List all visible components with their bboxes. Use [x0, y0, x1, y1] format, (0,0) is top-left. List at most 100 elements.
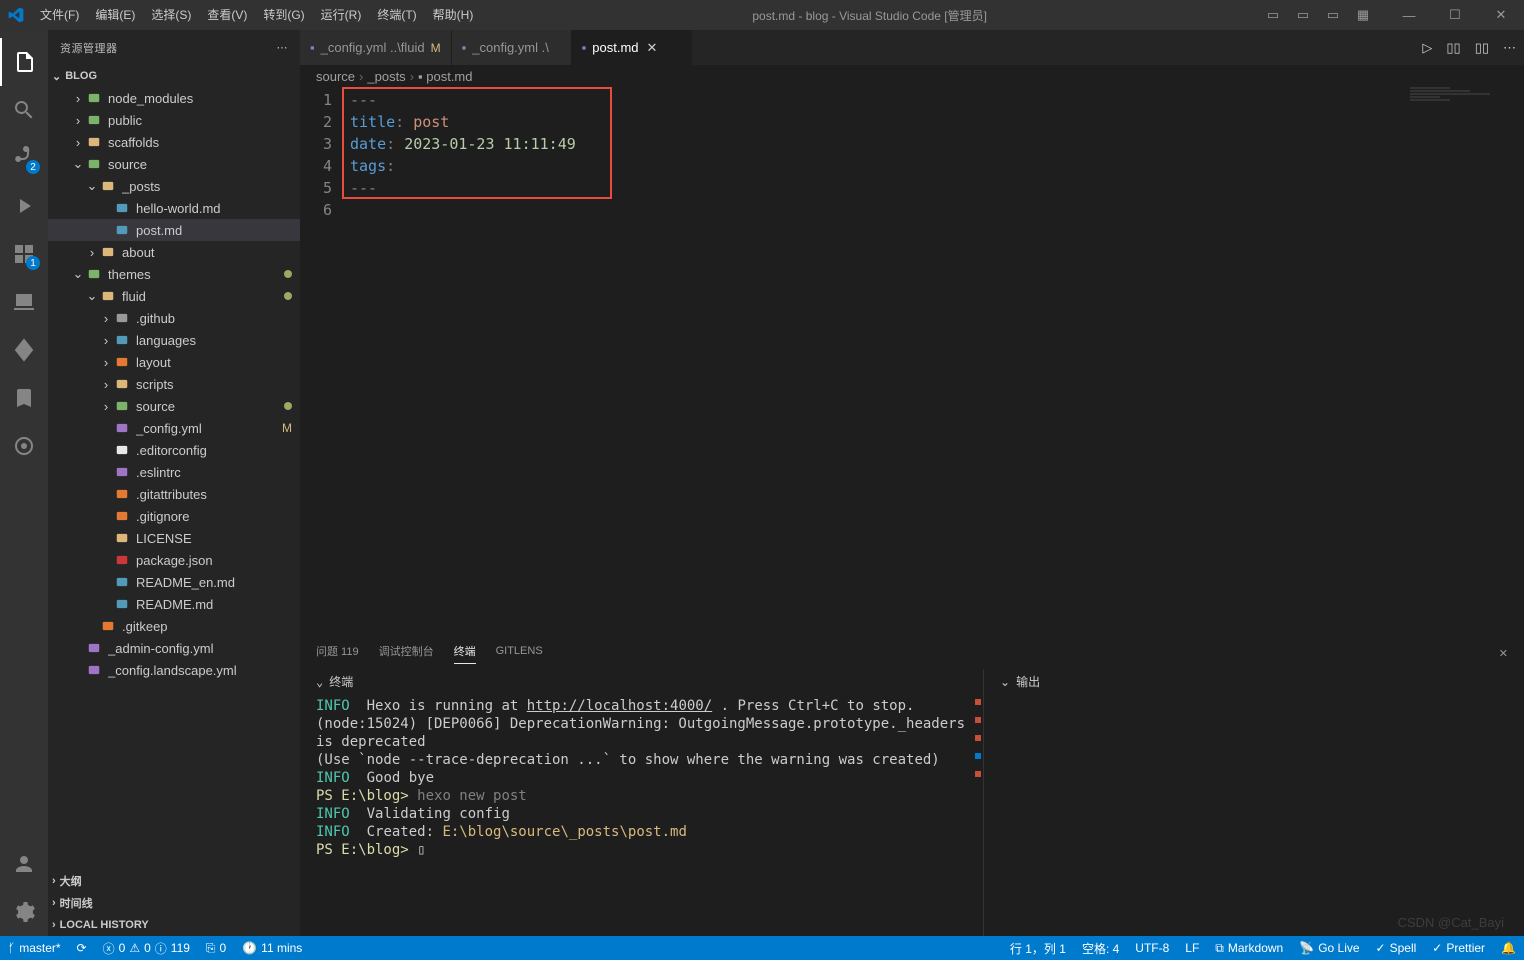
close-icon[interactable]: ✕ — [1478, 0, 1524, 30]
eol-status[interactable]: LF — [1177, 936, 1207, 960]
minimize-icon[interactable]: — — [1386, 0, 1432, 30]
run-debug-icon[interactable] — [0, 182, 48, 230]
time-status[interactable]: 🕐 11 mins — [234, 936, 310, 960]
tree-row[interactable]: ›languages — [48, 329, 300, 351]
settings-icon[interactable] — [0, 888, 48, 936]
menu-item[interactable]: 编辑(E) — [87, 0, 143, 30]
menu-item[interactable]: 帮助(H) — [425, 0, 482, 30]
breadcrumb-item[interactable]: _posts — [367, 69, 405, 84]
output-header[interactable]: ⌄输出 — [1000, 673, 1508, 690]
tree-row[interactable]: ›scaffolds — [48, 131, 300, 153]
panel-tab[interactable]: 终端 — [454, 643, 476, 664]
problems-status[interactable]: ⓧ 0 ⚠ 0 ⓘ 119 — [95, 936, 198, 960]
run-icon[interactable]: ▷ — [1422, 40, 1432, 56]
menu-item[interactable]: 选择(S) — [143, 0, 199, 30]
layout-right-icon[interactable]: ▭ — [1318, 0, 1348, 30]
panel-tab[interactable]: 调试控制台 — [379, 643, 434, 663]
tree-row[interactable]: _config.ymlM — [48, 417, 300, 439]
section-blog[interactable]: ⌄ BLOG — [48, 65, 300, 87]
tree-row[interactable]: ›layout — [48, 351, 300, 373]
tree-label: languages — [136, 333, 300, 348]
tree-row[interactable]: ›source — [48, 395, 300, 417]
breadcrumb-item[interactable]: source — [316, 69, 355, 84]
spell-status[interactable]: ✓ Spell — [1368, 936, 1425, 960]
tree-row[interactable]: ›.github — [48, 307, 300, 329]
language-status[interactable]: ⧉ Markdown — [1207, 936, 1291, 960]
tree-row[interactable]: ⌄source — [48, 153, 300, 175]
breadcrumb[interactable]: source›_posts›▪ post.md — [300, 65, 1524, 87]
notifications-icon[interactable]: 🔔 — [1493, 936, 1524, 960]
minimap[interactable] — [1410, 87, 1510, 107]
close-tab-icon[interactable]: ✕ — [647, 40, 658, 56]
tree-row[interactable]: ⌄_posts — [48, 175, 300, 197]
tree-row[interactable]: hello-world.md — [48, 197, 300, 219]
tree-row[interactable]: ⌄themes — [48, 263, 300, 285]
editor[interactable]: 123456 ---title: postdate: 2023-01-23 11… — [300, 87, 1524, 636]
spaces-status[interactable]: 空格: 4 — [1074, 936, 1127, 960]
encoding-status[interactable]: UTF-8 — [1127, 936, 1177, 960]
layout-primary-icon[interactable]: ▭ — [1258, 0, 1288, 30]
more-actions-icon[interactable]: ⋯ — [277, 41, 289, 54]
menu-item[interactable]: 文件(F) — [32, 0, 87, 30]
section-时间线[interactable]: ›时间线 — [48, 892, 300, 914]
panel-tab[interactable]: 问题 119 — [316, 643, 359, 663]
output-pane[interactable]: ⌄输出 — [984, 669, 1524, 936]
tab-status: M — [431, 41, 441, 55]
tree-row[interactable]: .eslintrc — [48, 461, 300, 483]
tree-row[interactable]: _config.landscape.yml — [48, 659, 300, 681]
terminal-header[interactable]: ⌄终端 — [316, 673, 967, 691]
tree-row[interactable]: README_en.md — [48, 571, 300, 593]
terminal-pane[interactable]: ⌄终端 INFO Hexo is running at http://local… — [300, 669, 984, 936]
tree-row[interactable]: .gitignore — [48, 505, 300, 527]
prettier-status[interactable]: ✓ Prettier — [1424, 936, 1493, 960]
section-LOCAL HISTORY[interactable]: ›LOCAL HISTORY — [48, 914, 300, 936]
tree-row[interactable]: LICENSE — [48, 527, 300, 549]
tree-row[interactable]: package.json — [48, 549, 300, 571]
tab[interactable]: ▪_config.yml ..\fluidM — [300, 30, 452, 65]
golive-status[interactable]: 📡 Go Live — [1291, 936, 1367, 960]
line-col-status[interactable]: 行 1，列 1 — [1002, 936, 1074, 960]
menu-item[interactable]: 转到(G) — [255, 0, 312, 30]
port-status[interactable]: ⎘ 0 — [198, 936, 234, 960]
tab[interactable]: ▪post.md✕ — [572, 30, 692, 65]
panel-tab[interactable]: GITLENS — [496, 645, 543, 661]
more-icon[interactable]: ⋯ — [1503, 40, 1516, 56]
menu-item[interactable]: 查看(V) — [199, 0, 255, 30]
open-side-icon[interactable]: ▯▯ — [1475, 40, 1489, 56]
search-icon[interactable] — [0, 86, 48, 134]
split-editor-icon[interactable]: ▯▯ — [1446, 40, 1460, 56]
tree-row[interactable]: post.md — [48, 219, 300, 241]
tree-row[interactable]: ›scripts — [48, 373, 300, 395]
menu-item[interactable]: 运行(R) — [313, 0, 370, 30]
section-大纲[interactable]: ›大纲 — [48, 870, 300, 892]
gitlens-icon[interactable] — [0, 422, 48, 470]
extensions-icon[interactable]: 1 — [0, 230, 48, 278]
code-content[interactable]: ---title: postdate: 2023-01-23 11:11:49t… — [350, 87, 1524, 636]
explorer-icon[interactable] — [0, 38, 48, 86]
breadcrumb-item[interactable]: ▪ post.md — [418, 69, 472, 84]
tree-row[interactable]: .editorconfig — [48, 439, 300, 461]
modified-indicator — [284, 270, 292, 278]
bookmarks-icon[interactable] — [0, 374, 48, 422]
tree-row[interactable]: ⌄fluid — [48, 285, 300, 307]
maximize-icon[interactable]: ☐ — [1432, 0, 1478, 30]
git-branch[interactable]: ᚶ master* — [0, 936, 69, 960]
tree-row[interactable]: ›public — [48, 109, 300, 131]
layout-customize-icon[interactable]: ▦ — [1348, 0, 1378, 30]
testing-icon[interactable] — [0, 326, 48, 374]
remote-explorer-icon[interactable] — [0, 278, 48, 326]
account-icon[interactable] — [0, 840, 48, 888]
tree-row[interactable]: README.md — [48, 593, 300, 615]
menu-item[interactable]: 终端(T) — [369, 0, 424, 30]
tree-row[interactable]: .gitkeep — [48, 615, 300, 637]
source-control-icon[interactable]: 2 — [0, 134, 48, 182]
tree-row[interactable]: ›about — [48, 241, 300, 263]
chevron-icon: › — [70, 91, 86, 106]
tree-row[interactable]: ›node_modules — [48, 87, 300, 109]
sync-icon[interactable]: ⟳ — [69, 936, 95, 960]
tree-row[interactable]: _admin-config.yml — [48, 637, 300, 659]
close-panel-icon[interactable]: ✕ — [1499, 647, 1508, 660]
tab[interactable]: ▪_config.yml .\ — [452, 30, 572, 65]
layout-panel-icon[interactable]: ▭ — [1288, 0, 1318, 30]
tree-row[interactable]: .gitattributes — [48, 483, 300, 505]
